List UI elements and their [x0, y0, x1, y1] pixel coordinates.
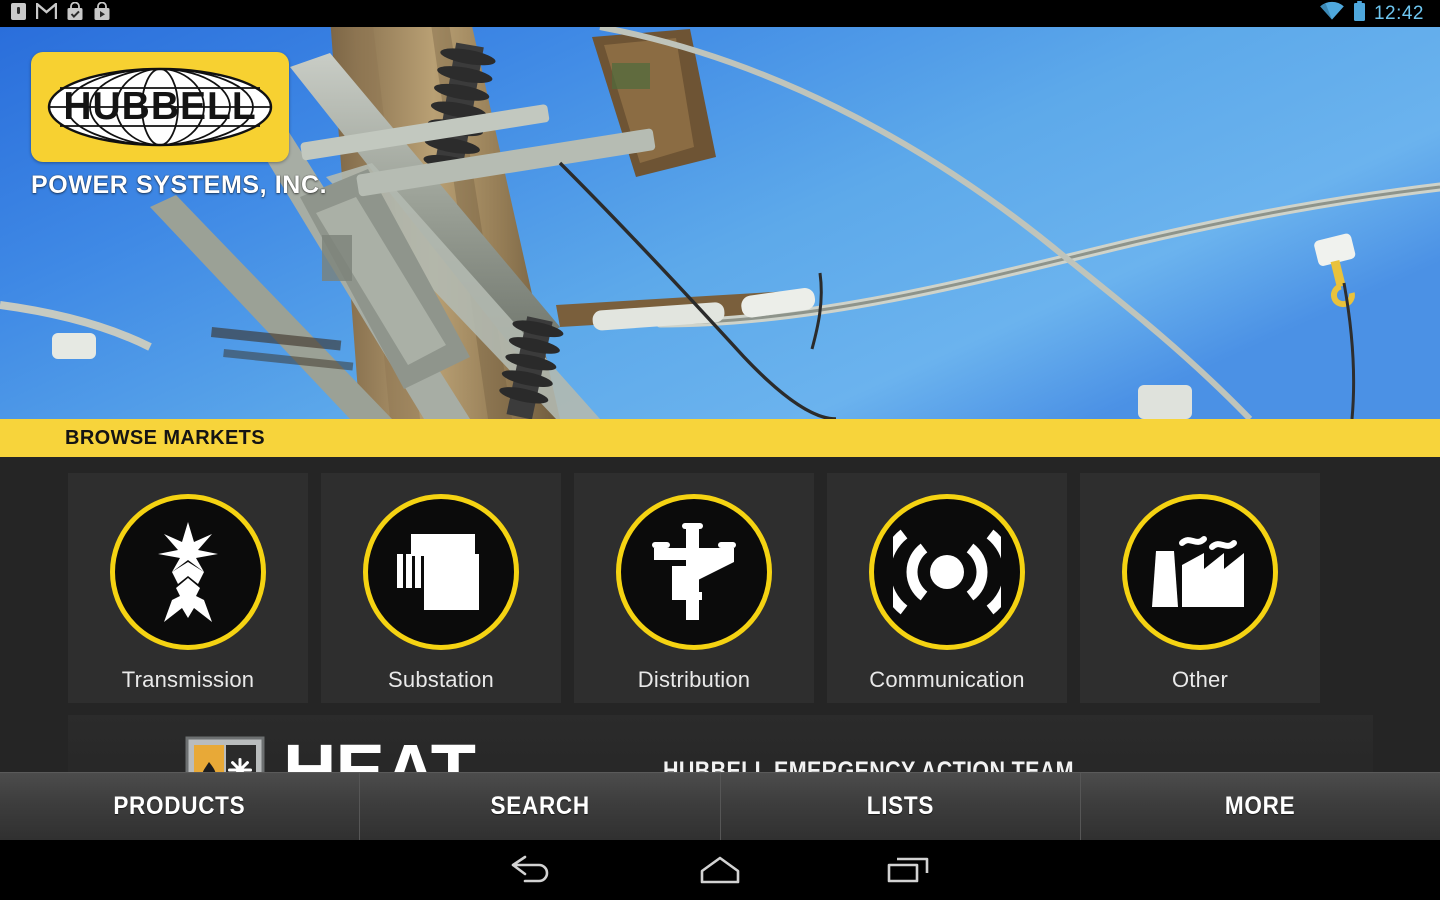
recents-icon[interactable]	[879, 849, 937, 891]
market-label: Other	[1171, 667, 1229, 692]
tab-more[interactable]: MORE	[1080, 773, 1440, 840]
markets-grid: Transmission Substation Distribution Com…	[0, 457, 1440, 715]
status-notification-icons	[10, 0, 111, 26]
market-card-communication[interactable]: Communication	[827, 473, 1067, 703]
hubbell-logo-subtitle: POWER SYSTEMS, INC.	[31, 171, 328, 199]
heat-tagline: HUBBELL EMERGENCY ACTION TEAM	[662, 756, 1074, 773]
tab-label: LISTS	[866, 792, 934, 820]
tab-products[interactable]: PRODUCTS	[0, 773, 361, 840]
heat-promo-strip[interactable]: HEAT HUBBELL EMERGENCY ACTION TEAM	[0, 715, 1440, 772]
browse-markets-section-bar: BROWSE MARKETS	[0, 419, 1440, 457]
heat-promo-inner: HEAT HUBBELL EMERGENCY ACTION TEAM	[68, 715, 1373, 772]
hubbell-logo: HUBBELL POWER SYSTEMS, INC.	[31, 52, 328, 200]
market-card-distribution[interactable]: Distribution	[574, 473, 814, 703]
heat-logo: HEAT	[183, 729, 476, 772]
wifi-icon	[1319, 1, 1345, 26]
broadcast-signal-icon	[869, 494, 1025, 650]
market-label: Communication	[869, 667, 1025, 692]
android-status-bar: 12:42	[0, 0, 1440, 27]
tab-search[interactable]: SEARCH	[360, 773, 721, 840]
heat-wordmark: HEAT	[283, 729, 476, 772]
tab-lists[interactable]: LISTS	[720, 773, 1081, 840]
status-system-icons: 12:42	[1319, 0, 1430, 27]
transmission-tower-icon	[110, 494, 266, 650]
substation-transformer-icon	[363, 494, 519, 650]
home-icon[interactable]	[691, 849, 749, 891]
market-card-substation[interactable]: Substation	[321, 473, 561, 703]
tab-label: MORE	[1225, 792, 1296, 820]
tab-label: PRODUCTS	[113, 792, 246, 820]
play-store-bag-icon	[93, 1, 111, 26]
gmail-icon	[35, 0, 58, 25]
sim-card-icon	[10, 2, 27, 26]
hubbell-wordmark: HUBBELL	[63, 85, 257, 128]
factory-icon	[1122, 494, 1278, 650]
hero-banner-image: HUBBELL POWER SYSTEMS, INC.	[0, 27, 1440, 419]
back-icon[interactable]	[503, 849, 561, 891]
tasks-bag-icon	[66, 1, 84, 26]
bottom-tab-bar: PRODUCTS SEARCH LISTS MORE	[0, 772, 1440, 840]
market-label: Substation	[388, 667, 494, 692]
market-card-other[interactable]: Other	[1080, 473, 1320, 703]
tab-label: SEARCH	[490, 792, 590, 820]
android-navigation-bar	[0, 840, 1440, 900]
distribution-pole-icon	[616, 494, 772, 650]
market-card-transmission[interactable]: Transmission	[68, 473, 308, 703]
hubbell-logo-plate: HUBBELL	[31, 52, 289, 162]
market-label: Distribution	[637, 667, 751, 692]
status-clock: 12:42	[1373, 2, 1424, 24]
market-label: Transmission	[121, 667, 255, 692]
section-title: BROWSE MARKETS	[65, 426, 266, 449]
android-tablet-screen: 12:42 HUBBELL POWER SYSTEMS, INC. BROWSE…	[0, 0, 1440, 900]
hubbell-globe-icon: HUBBELL	[46, 66, 274, 148]
battery-icon	[1353, 0, 1366, 27]
heat-shield-icon	[183, 734, 267, 772]
